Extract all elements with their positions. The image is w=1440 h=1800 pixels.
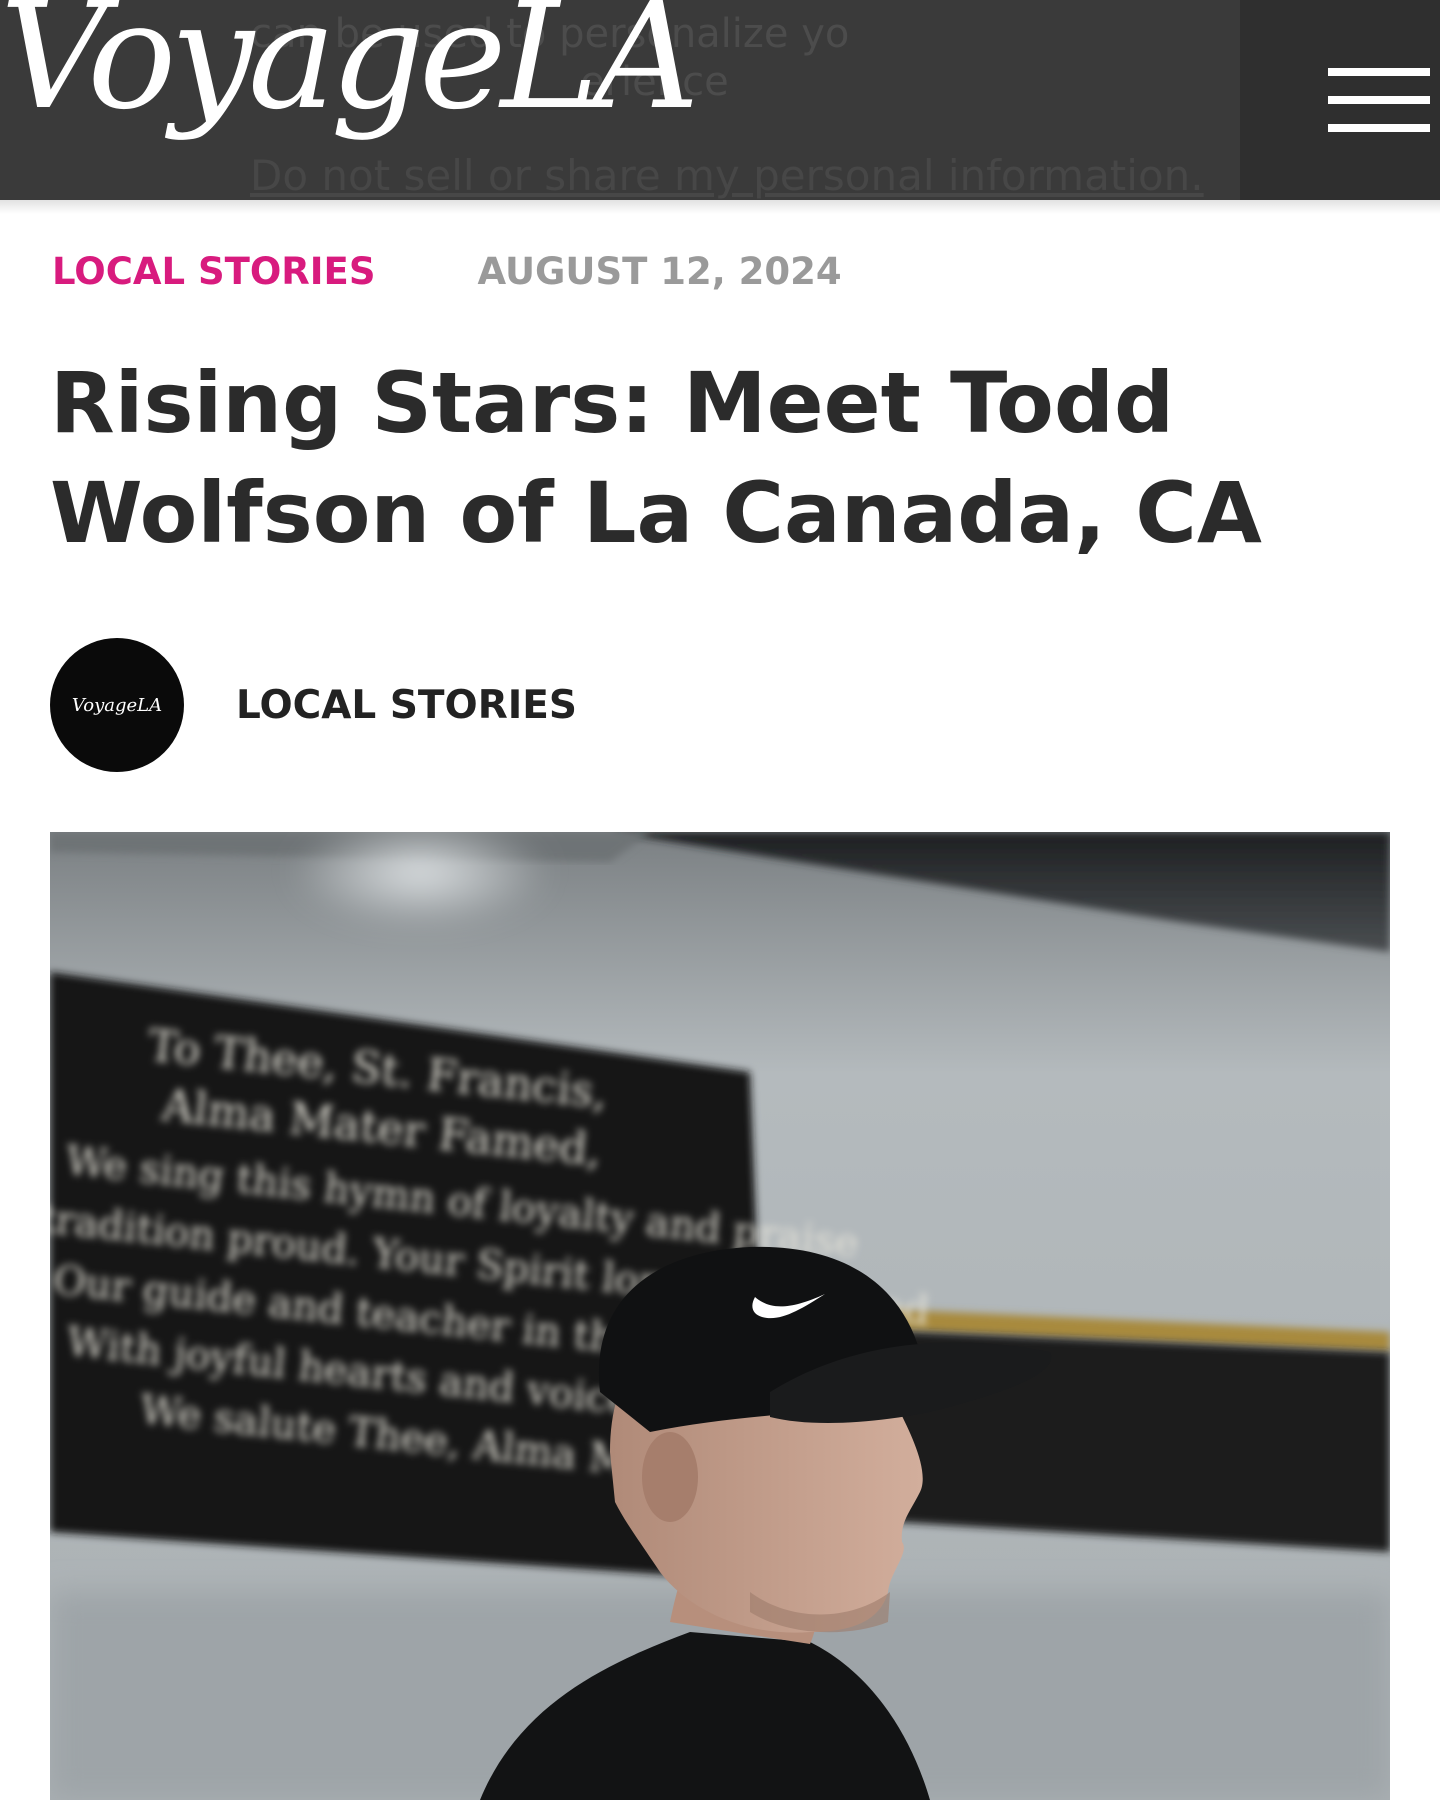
article-title: Rising Stars: Meet Todd Wolfson of La Ca… bbox=[50, 354, 1262, 562]
site-header: can be used to personalize yo erience Do… bbox=[0, 0, 1440, 200]
publish-date: AUGUST 12, 2024 bbox=[477, 249, 842, 293]
article-meta: LOCAL STORIES AUGUST 12, 2024 bbox=[52, 246, 842, 296]
do-not-sell-link[interactable]: Do not sell or share my personal informa… bbox=[250, 152, 1250, 200]
hero-image: To Thee, St. Francis, Alma Mater Famed, … bbox=[50, 832, 1390, 1800]
category-link[interactable]: LOCAL STORIES bbox=[52, 250, 375, 293]
avatar-logo-text: VoyageLA bbox=[71, 694, 163, 716]
author-avatar[interactable]: VoyageLA bbox=[50, 638, 184, 772]
author-name-link[interactable]: LOCAL STORIES bbox=[236, 683, 577, 728]
author-byline: VoyageLA LOCAL STORIES bbox=[50, 638, 577, 772]
menu-button[interactable] bbox=[1240, 0, 1440, 200]
site-logo[interactable]: VoyageLA bbox=[0, 0, 700, 130]
hero-photo-illustration: To Thee, St. Francis, Alma Mater Famed, … bbox=[50, 832, 1390, 1800]
header-shadow bbox=[0, 200, 1440, 214]
hamburger-menu-icon[interactable] bbox=[1328, 68, 1430, 132]
